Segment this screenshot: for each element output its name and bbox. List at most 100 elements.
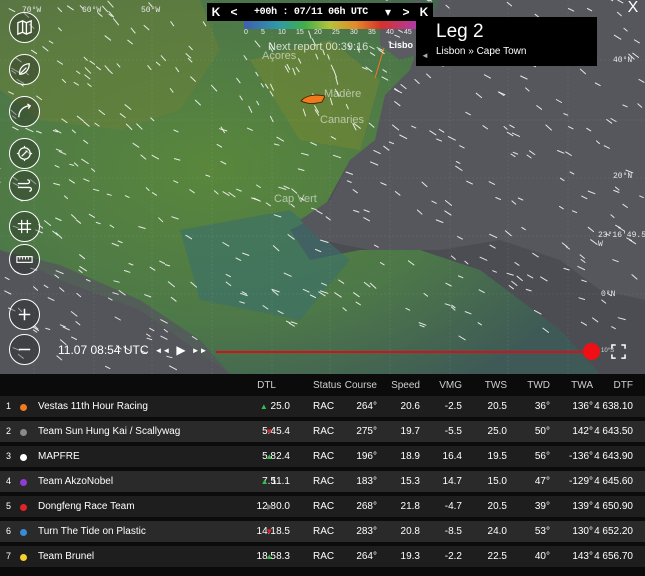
- timeline-track[interactable]: [216, 351, 592, 353]
- rewind-button[interactable]: ◄◄: [155, 346, 171, 355]
- header-vmg[interactable]: VMG: [439, 380, 462, 391]
- zoom-out-button[interactable]: [9, 334, 40, 365]
- header-course[interactable]: Course: [345, 380, 377, 391]
- lon-label: 60°W: [82, 6, 102, 15]
- grid-icon: [17, 219, 32, 234]
- header-tws[interactable]: TWS: [485, 380, 507, 391]
- first-frame-button[interactable]: K: [207, 5, 225, 19]
- wind-color-scale: [244, 21, 416, 29]
- row-dtf: 4 645.60: [594, 476, 633, 487]
- row-speed: 15.3: [400, 476, 420, 487]
- zoom-in-button[interactable]: [9, 299, 40, 330]
- row-tws: 20.5: [487, 501, 507, 512]
- place-canaries: Canaries: [320, 114, 365, 126]
- table-row[interactable]: 3 MAPFRE 5.8 ▲ 2.4 RAC 196° 18.9 16.4 19.5 56° -13…: [0, 446, 645, 469]
- table-row[interactable]: 2 Team Sun Hung Kai / Scallywag 5.4 ▼ 5.4 RA…: [0, 421, 645, 444]
- time-dropdown-icon[interactable]: ▾: [379, 5, 397, 19]
- team-color-dot: [20, 529, 27, 536]
- row-status: RAC: [313, 426, 335, 437]
- header-dtl[interactable]: DTL: [257, 380, 276, 391]
- place-cap-vert: Cap Vert: [274, 193, 317, 205]
- header-twd[interactable]: TWD: [527, 380, 550, 391]
- map-layers-button[interactable]: [9, 12, 40, 43]
- wind-button[interactable]: [9, 170, 40, 201]
- row-dtf: 4 638.10: [594, 401, 633, 412]
- row-twd: 40°: [534, 551, 550, 562]
- row-change: ▼ 5.4: [265, 426, 290, 437]
- fullscreen-icon[interactable]: [611, 344, 626, 359]
- change-value: 5.4: [276, 426, 290, 437]
- header-twa[interactable]: TWA: [571, 380, 593, 391]
- race-map[interactable]: 70°W 60°W 50°W 40°N 20°N 23°16'49.5 W 0°…: [0, 0, 645, 374]
- compass-button[interactable]: [9, 138, 40, 169]
- change-value: 25.0: [270, 401, 290, 412]
- row-twd: 39°: [534, 501, 550, 512]
- wind-scale-label: 10: [278, 29, 286, 36]
- row-change: ▶ 0.0: [267, 501, 290, 512]
- row-tws: 15.0: [487, 476, 507, 487]
- row-tws: 20.5: [487, 401, 507, 412]
- team-color-dot: [20, 554, 27, 561]
- row-vmg: -2.2: [444, 551, 462, 562]
- timeline-handle[interactable]: [583, 343, 600, 360]
- team-color-dot: [20, 504, 27, 511]
- next-frame-button[interactable]: >: [397, 5, 415, 19]
- leg-info-panel[interactable]: Leg 2 Lisbon » Cape Town ◄: [416, 17, 597, 66]
- row-status: RAC: [313, 526, 335, 537]
- row-vmg: -4.7: [444, 501, 462, 512]
- row-change: ▲ 2.4: [265, 451, 290, 462]
- row-twa: 143°: [572, 551, 593, 562]
- change-value: 11.1: [271, 476, 290, 487]
- row-dtf: 4 656.70: [594, 551, 633, 562]
- row-dtf: 4 652.20: [594, 526, 633, 537]
- header-dtf[interactable]: DTF: [614, 380, 633, 391]
- table-row[interactable]: 4 Team AkzoNobel 7.5 ▲ 11.1 RAC 183° 15.3 14.7 1…: [0, 471, 645, 494]
- row-change: ▲ 25.0: [260, 401, 290, 412]
- row-rank: 4: [6, 476, 12, 486]
- team-name: Team Sun Hung Kai / Scallywag: [38, 426, 181, 437]
- row-change: ▼ 8.5: [265, 526, 290, 537]
- wind-scale-label: 40: [386, 29, 394, 36]
- wind-scale-label: 45: [404, 29, 412, 36]
- grid-button[interactable]: [9, 211, 40, 242]
- forecast-timebar: K < +00h : 07/11 06h UTC ▾ > K: [207, 3, 433, 21]
- row-change: ▲ 11.1: [261, 476, 290, 487]
- header-status[interactable]: Status: [313, 380, 341, 391]
- team-color-dot: [20, 429, 27, 436]
- place-madere: Madère: [324, 88, 362, 100]
- ruler-icon: [16, 256, 33, 263]
- row-tws: 25.0: [487, 426, 507, 437]
- table-row[interactable]: 1 Vestas 11th Hour Racing ▲ 25.0 RAC 264° 20.…: [0, 396, 645, 419]
- row-twd: 53°: [534, 526, 550, 537]
- collapse-arrow-icon[interactable]: ◄: [421, 51, 429, 60]
- row-dtf: 4 643.50: [594, 426, 633, 437]
- row-course: 183°: [356, 476, 377, 487]
- row-speed: 19.3: [400, 551, 420, 562]
- row-dtf: 4 643.90: [594, 451, 633, 462]
- row-twa: -136°: [568, 451, 593, 462]
- boat-marker-icon[interactable]: [300, 93, 326, 105]
- table-row[interactable]: 5 Dongfeng Race Team 12.8 ▶ 0.0 RAC 268° 21.8-…: [0, 496, 645, 519]
- wind-scale-label: 25: [332, 29, 340, 36]
- wind-scale-label: 20: [314, 29, 322, 36]
- fast-forward-button[interactable]: ►►: [192, 346, 208, 355]
- row-change: ▲ 8.3: [265, 551, 290, 562]
- ruler-button[interactable]: [9, 244, 40, 275]
- row-vmg: 16.4: [442, 451, 462, 462]
- table-row[interactable]: 6 Turn The Tide on Plastic 14.1 ▼ 8.5 RAC 283…: [0, 521, 645, 544]
- team-name: Dongfeng Race Team: [38, 501, 135, 512]
- previous-frame-button[interactable]: <: [225, 5, 243, 19]
- play-button[interactable]: ▶: [176, 343, 185, 357]
- table-row[interactable]: 7 Team Brunel 18.5 ▲ 8.3 RAC 264° 19.3 -2.2 22.5…: [0, 546, 645, 569]
- wind-scale-labels: 0 5 10 15 20 25 30 35 40 45: [244, 29, 416, 39]
- row-dtf: 4 650.90: [594, 501, 633, 512]
- route-button[interactable]: [9, 96, 40, 127]
- trails-button[interactable]: [9, 54, 40, 85]
- team-name: Team Brunel: [38, 551, 95, 562]
- leg-title: Leg 2: [436, 21, 484, 42]
- header-speed[interactable]: Speed: [391, 380, 420, 391]
- row-twd: 36°: [534, 401, 550, 412]
- close-button[interactable]: X: [622, 0, 644, 16]
- row-course: 283°: [356, 526, 377, 537]
- wind-icon: [17, 179, 33, 192]
